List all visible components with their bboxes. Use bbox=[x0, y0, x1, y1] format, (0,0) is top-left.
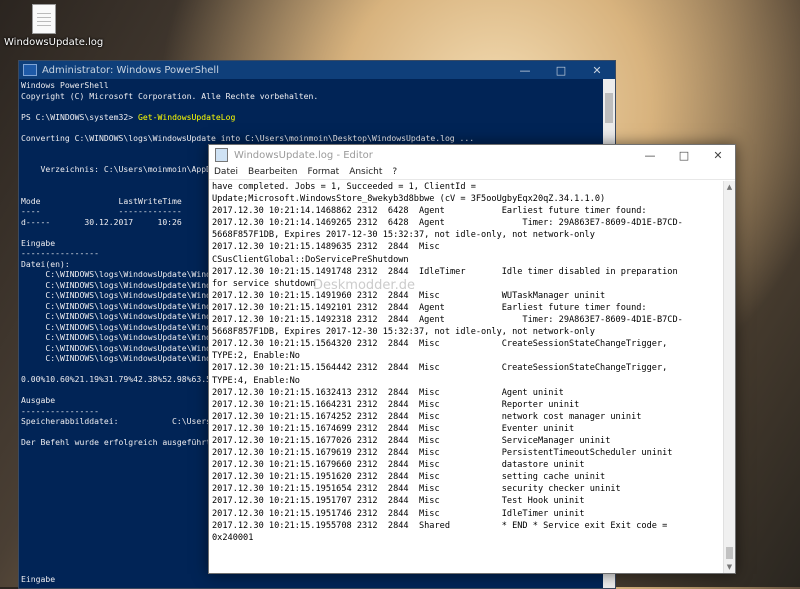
log-line: 5668F857F1DB, Expires 2017-12-30 15:32:3… bbox=[212, 230, 595, 241]
log-line: 2017.12.30 10:21:15.1679660 2312 2844 Mi… bbox=[212, 460, 585, 471]
log-line: 2017.12.30 10:21:15.1951707 2312 2844 Mi… bbox=[212, 496, 585, 507]
notepad-text-area[interactable]: have completed. Jobs = 1, Succeeded = 1,… bbox=[212, 181, 723, 573]
log-line: 2017.12.30 10:21:15.1951746 2312 2844 Mi… bbox=[212, 508, 585, 519]
log-line: Update;Microsoft.WindowsStore_8wekyb3d8b… bbox=[212, 194, 606, 205]
log-line: 2017.12.30 10:21:15.1564320 2312 2844 Mi… bbox=[212, 339, 668, 350]
notepad-icon bbox=[215, 148, 228, 162]
menu-ansicht[interactable]: Ansicht bbox=[344, 167, 387, 177]
close-button[interactable]: ✕ bbox=[579, 61, 615, 79]
log-line: 2017.12.30 10:21:15.1677026 2312 2844 Mi… bbox=[212, 435, 611, 446]
notepad-titlebar[interactable]: WindowsUpdate.log - Editor — □ ✕ bbox=[209, 145, 735, 165]
log-line: 2017.12.30 10:21:15.1664231 2312 2844 Mi… bbox=[212, 399, 580, 410]
console-line: Converting C:\WINDOWS\logs\WindowsUpdate… bbox=[21, 132, 475, 143]
menu-datei[interactable]: Datei bbox=[209, 167, 243, 177]
menu-format[interactable]: Format bbox=[302, 167, 344, 177]
log-line: 5668F857F1DB, Expires 2017-12-30 15:32:3… bbox=[212, 327, 595, 338]
console-line: Eingabe bbox=[21, 573, 56, 584]
close-button[interactable]: ✕ bbox=[701, 145, 735, 165]
log-line: CSusClientGlobal::DoServicePreShutdown bbox=[212, 254, 409, 265]
log-line: 2017.12.30 10:21:14.1468862 2312 6428 Ag… bbox=[212, 206, 647, 217]
text-file-icon bbox=[32, 4, 56, 34]
log-line: 2017.12.30 10:21:15.1674252 2312 2844 Mi… bbox=[212, 411, 642, 422]
powershell-title: Administrator: Windows PowerShell bbox=[42, 64, 219, 76]
console-line: PS C:\WINDOWS\system32> Get-WindowsUpdat… bbox=[21, 111, 236, 122]
log-line: 2017.12.30 10:21:15.1492101 2312 2844 Ag… bbox=[212, 302, 647, 313]
scroll-up-arrow-icon[interactable]: ▲ bbox=[724, 183, 735, 191]
notepad-title: WindowsUpdate.log - Editor bbox=[234, 149, 373, 161]
maximize-button[interactable]: □ bbox=[667, 145, 701, 165]
scroll-down-arrow-icon[interactable]: ▼ bbox=[724, 563, 735, 571]
maximize-button[interactable]: □ bbox=[543, 61, 579, 79]
log-line: TYPE:2, Enable:No bbox=[212, 351, 300, 362]
minimize-button[interactable]: — bbox=[633, 145, 667, 165]
log-line: 2017.12.30 10:21:15.1632413 2312 2844 Mi… bbox=[212, 387, 564, 398]
log-line: 2017.12.30 10:21:15.1489635 2312 2844 Mi… bbox=[212, 242, 440, 253]
log-line: 0x240001 bbox=[212, 532, 254, 543]
console-command: Get-WindowsUpdateLog bbox=[137, 111, 236, 122]
log-line: 2017.12.30 10:21:15.1951620 2312 2844 Mi… bbox=[212, 472, 606, 483]
menu-help[interactable]: ? bbox=[387, 167, 402, 177]
scrollbar-thumb[interactable] bbox=[605, 93, 613, 123]
powershell-titlebar[interactable]: Administrator: Windows PowerShell — □ ✕ bbox=[19, 61, 615, 79]
console-line: Windows PowerShell bbox=[21, 80, 109, 90]
log-line: 2017.12.30 10:21:15.1492318 2312 2844 Ag… bbox=[212, 315, 683, 326]
log-line: 2017.12.30 10:21:14.1469265 2312 6428 Ag… bbox=[212, 218, 683, 229]
powershell-icon bbox=[23, 64, 37, 76]
minimize-button[interactable]: — bbox=[507, 61, 543, 79]
log-line: for service shutdown bbox=[212, 278, 316, 289]
log-line: 2017.12.30 10:21:15.1491748 2312 2844 Id… bbox=[212, 266, 678, 277]
menu-bearbeiten[interactable]: Bearbeiten bbox=[243, 167, 302, 177]
log-line: have completed. Jobs = 1, Succeeded = 1,… bbox=[212, 182, 476, 192]
notepad-menubar: Datei Bearbeiten Format Ansicht ? bbox=[209, 165, 735, 180]
log-line: 2017.12.30 10:21:15.1491960 2312 2844 Mi… bbox=[212, 290, 606, 301]
desktop-file-windowsupdate-log[interactable]: WindowsUpdate.log bbox=[4, 2, 104, 48]
log-line: 2017.12.30 10:21:15.1564442 2312 2844 Mi… bbox=[212, 363, 668, 374]
log-line: 2017.12.30 10:21:15.1674699 2312 2844 Mi… bbox=[212, 423, 575, 434]
scrollbar-thumb[interactable] bbox=[726, 547, 733, 559]
log-line: 2017.12.30 10:21:15.1951654 2312 2844 Mi… bbox=[212, 484, 621, 495]
desktop-file-label: WindowsUpdate.log bbox=[4, 37, 104, 48]
notepad-window[interactable]: WindowsUpdate.log - Editor — □ ✕ Datei B… bbox=[208, 144, 736, 574]
log-line: 2017.12.30 10:21:15.1679619 2312 2844 Mi… bbox=[212, 448, 673, 459]
log-line: TYPE:4, Enable:No bbox=[212, 375, 300, 386]
watermark: Deskmodder.de bbox=[313, 278, 415, 293]
console-line: Copyright (C) Microsoft Corporation. All… bbox=[21, 90, 319, 101]
notepad-scrollbar[interactable]: ▲ ▼ bbox=[723, 181, 735, 573]
log-line: 2017.12.30 10:21:15.1955708 2312 2844 Sh… bbox=[212, 520, 668, 531]
